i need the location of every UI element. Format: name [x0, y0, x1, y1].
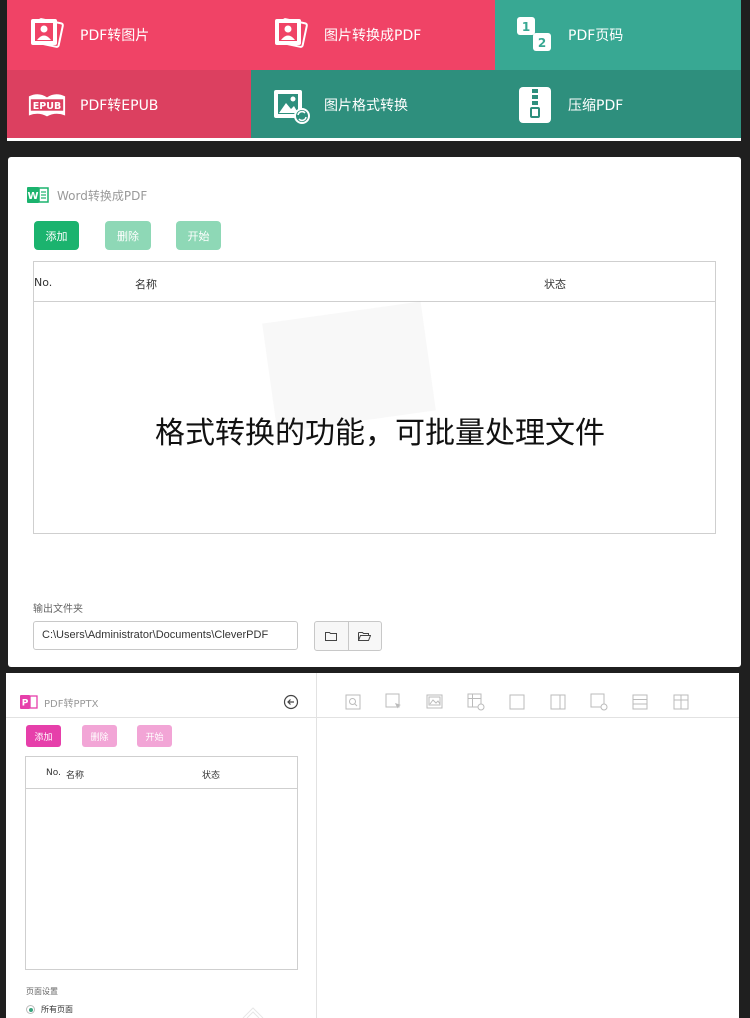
all-pages-radio[interactable]: 所有页面: [26, 1004, 73, 1015]
epub-badge-text: EPUB: [33, 101, 61, 112]
pptx-left-pane: P PDF转PPTX 添加 删除 开始 No. 名称 状态 页面设置 所有页面: [6, 673, 317, 1018]
page-number-digit-2: 2: [538, 36, 546, 50]
compress-icon: [515, 85, 555, 125]
page-add-tool[interactable]: [578, 692, 619, 712]
image-format-convert-icon: [271, 85, 311, 125]
delete-button[interactable]: 删除: [82, 725, 117, 747]
start-button[interactable]: 开始: [137, 725, 172, 747]
file-table[interactable]: No. 名称 状态: [25, 756, 298, 970]
epub-icon: EPUB: [27, 85, 67, 125]
folder-button-group: [314, 621, 382, 651]
column-no: No.: [46, 768, 61, 778]
panel-header: W Word转换成PDF: [27, 185, 147, 205]
column-name: 名称: [135, 278, 157, 291]
image-tool[interactable]: [414, 692, 455, 712]
column-no: No.: [34, 276, 53, 289]
table-add-tool[interactable]: [455, 692, 496, 712]
start-button[interactable]: 开始: [176, 221, 221, 250]
tile-pdf-to-image[interactable]: PDF转图片: [7, 0, 251, 70]
column-status: 状态: [544, 278, 566, 291]
folder-icon: [325, 632, 338, 641]
tile-image-format-convert[interactable]: 图片格式转换: [251, 70, 495, 140]
rectangle-tool[interactable]: [496, 692, 537, 712]
word-to-pdf-panel: W Word转换成PDF 添加 删除 开始 No. 名称 状态 格式转换的功能，…: [8, 157, 741, 667]
pdf-to-pptx-panel: P PDF转PPTX 添加 删除 开始 No. 名称 状态 页面设置 所有页面: [6, 673, 739, 1018]
tile-label: PDF转EPUB: [80, 98, 159, 114]
word-icon: W: [27, 187, 49, 203]
tile-compress-pdf[interactable]: 压缩PDF: [495, 70, 741, 140]
preview-toolbar: [332, 692, 701, 712]
open-folder-button[interactable]: [347, 622, 381, 650]
folder-open-icon: [358, 632, 372, 641]
delete-button[interactable]: 删除: [105, 221, 151, 250]
panel-title: Word转换成PDF: [57, 188, 148, 203]
column-status: 状态: [202, 771, 221, 781]
file-table[interactable]: No. 名称 状态: [33, 261, 716, 534]
back-arrow-icon[interactable]: [283, 694, 299, 710]
svg-text:P: P: [22, 699, 29, 709]
tile-pdf-to-epub[interactable]: EPUB PDF转EPUB: [7, 70, 251, 140]
watermark-logo: [242, 1007, 264, 1018]
image-icon: [426, 694, 442, 709]
output-folder-label: 输出文件夹: [33, 604, 83, 615]
page-add-icon: [590, 693, 607, 711]
tile-label: 图片格式转换: [324, 98, 408, 114]
image-to-pdf-icon: [271, 15, 311, 55]
table-row-icon: [632, 694, 647, 710]
zoom-tool[interactable]: [332, 692, 373, 712]
table-grid-icon: [673, 694, 688, 710]
all-pages-label: 所有页面: [41, 1005, 73, 1014]
page-number-icon: 1 2: [515, 15, 555, 55]
header-divider: [6, 717, 739, 718]
browse-folder-button[interactable]: [315, 622, 348, 650]
add-button[interactable]: 添加: [26, 725, 61, 747]
page-number-digit-1: 1: [522, 20, 530, 34]
rectangle-icon: [509, 694, 524, 710]
pdf-to-image-icon: [27, 15, 67, 55]
svg-text:W: W: [27, 191, 38, 202]
caption-overlay: 格式转换的功能，可批量处理文件: [155, 416, 605, 451]
output-path-field[interactable]: C:\Users\Administrator\Documents\CleverP…: [33, 621, 298, 650]
radio-indicator: [26, 1005, 35, 1014]
tool-tiles: PDF转图片 图片转换成PDF 1 2 PDF页码 EPUB PDF转EPUB …: [7, 0, 741, 140]
zoom-icon: [345, 694, 360, 710]
tile-pdf-page-number[interactable]: 1 2 PDF页码: [495, 0, 741, 70]
select-icon: [385, 693, 401, 709]
table-grid-tool[interactable]: [660, 692, 701, 712]
tiles-divider: [7, 138, 741, 141]
table-add-icon: [467, 693, 484, 711]
tile-image-to-pdf[interactable]: 图片转换成PDF: [251, 0, 495, 70]
page-tool[interactable]: [537, 692, 578, 712]
panel-header: P PDF转PPTX: [20, 694, 99, 710]
select-tool[interactable]: [373, 692, 414, 712]
column-name: 名称: [66, 771, 85, 781]
tile-label: PDF转图片: [80, 28, 150, 44]
table-row-tool[interactable]: [619, 692, 660, 712]
tile-label: PDF页码: [568, 28, 624, 44]
page-settings-label: 页面设置: [26, 987, 58, 996]
powerpoint-icon: P: [20, 695, 38, 709]
table-header: No. 名称 状态: [26, 757, 297, 789]
tile-label: 图片转换成PDF: [324, 28, 422, 44]
panel-title: PDF转PPTX: [44, 698, 99, 710]
page-icon: [550, 694, 565, 710]
tile-label: 压缩PDF: [568, 98, 624, 114]
add-button[interactable]: 添加: [34, 221, 79, 250]
